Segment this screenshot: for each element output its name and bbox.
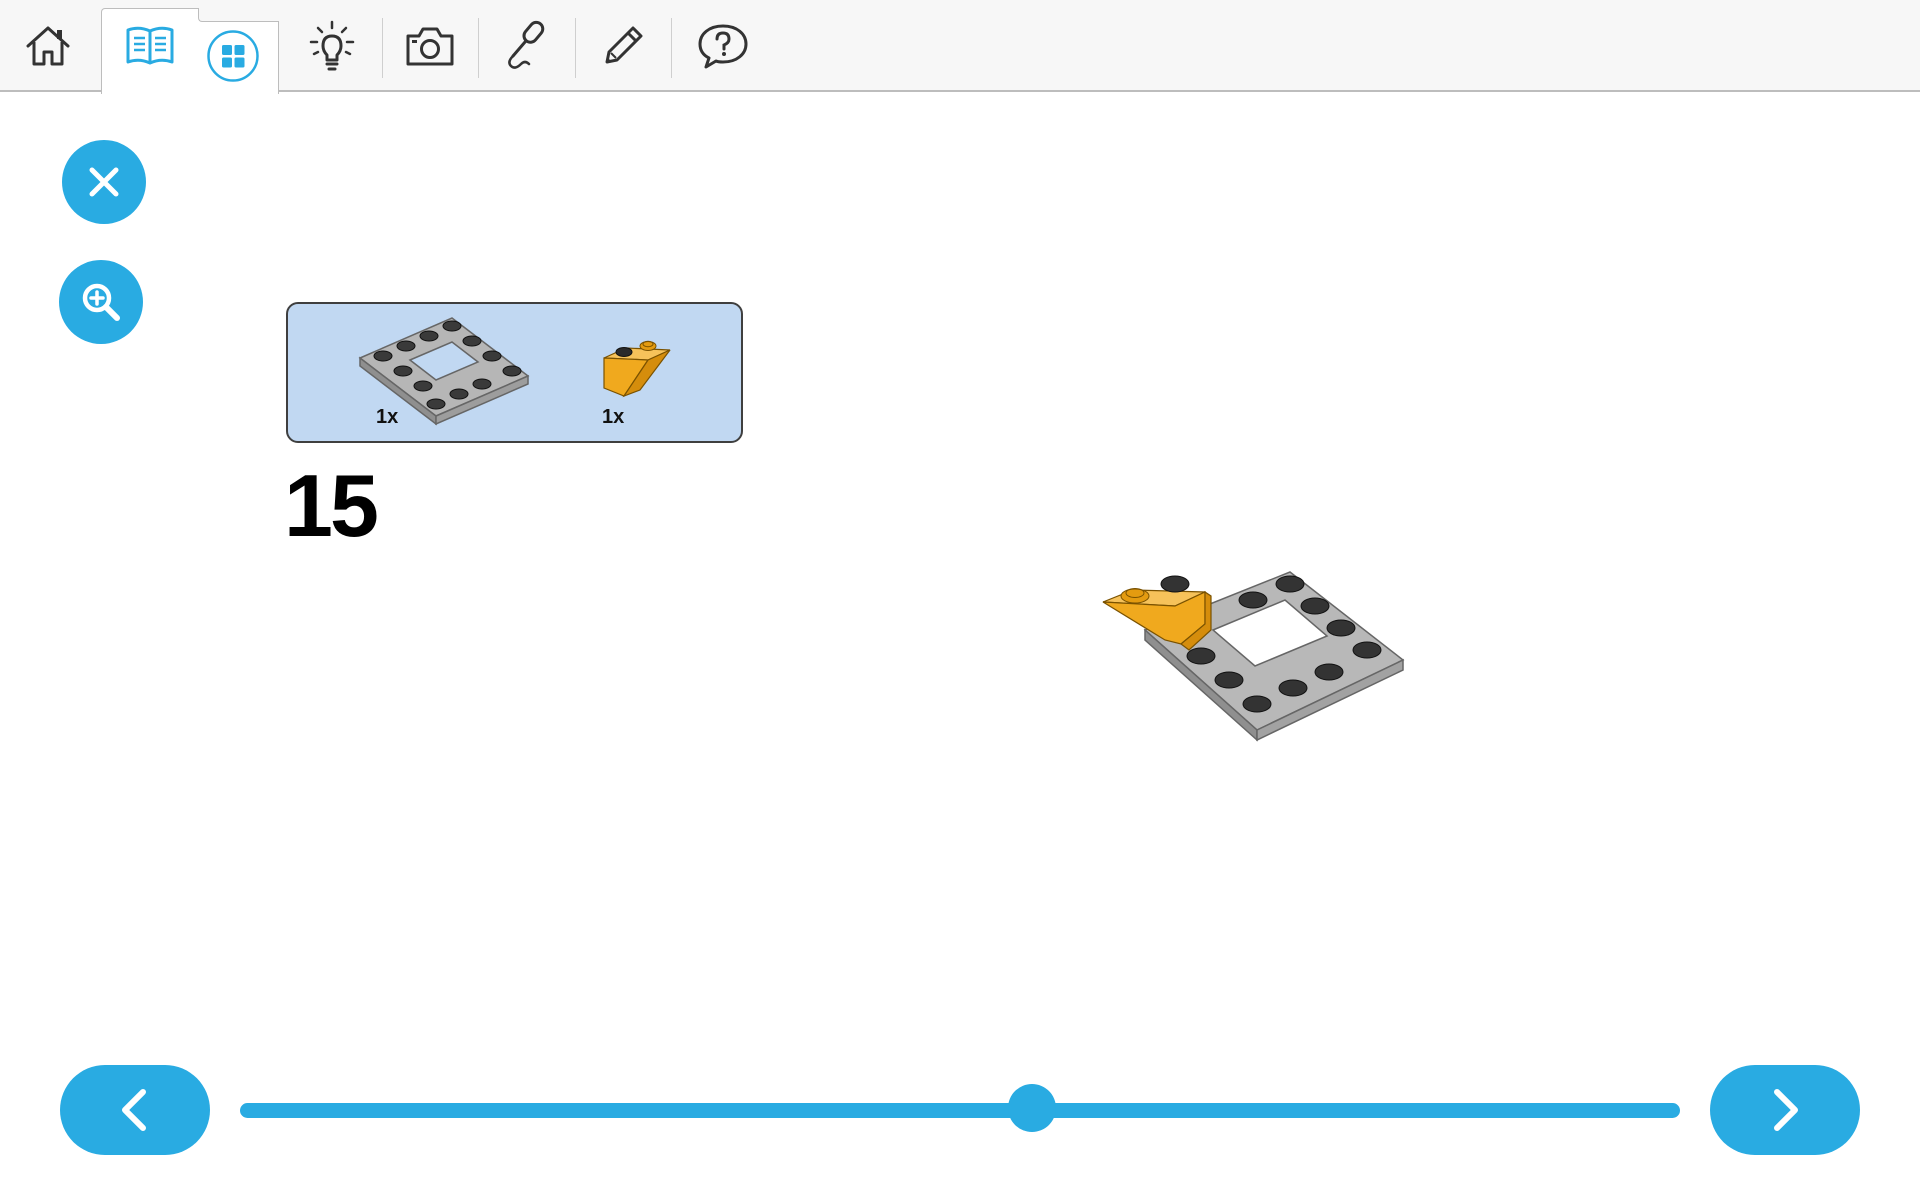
home-button[interactable] xyxy=(12,0,84,92)
grid-view-button[interactable] xyxy=(205,28,261,84)
book-icon xyxy=(126,26,174,65)
step-number: 15 xyxy=(284,456,379,555)
part-count-label: 1x xyxy=(376,406,399,428)
close-button[interactable] xyxy=(62,140,146,224)
slider-thumb[interactable] xyxy=(1008,1084,1056,1132)
ideas-button[interactable] xyxy=(300,0,364,92)
chevron-left-icon xyxy=(122,1089,146,1131)
step-progress-slider[interactable] xyxy=(240,1103,1680,1118)
orange-slope-part-image xyxy=(603,340,671,398)
toolbar-separator xyxy=(382,18,383,78)
lightbulb-icon xyxy=(309,20,355,71)
chevron-right-icon xyxy=(1774,1089,1798,1131)
record-button[interactable] xyxy=(495,0,559,92)
microphone-icon xyxy=(508,20,545,69)
pencil-icon xyxy=(605,26,643,64)
grid-icon xyxy=(207,30,259,82)
camera-icon xyxy=(406,27,454,66)
toolbar-separator xyxy=(575,18,576,78)
toolbar-separator xyxy=(478,18,479,78)
notes-button[interactable] xyxy=(591,0,655,92)
previous-step-button[interactable] xyxy=(60,1065,210,1155)
help-button[interactable] xyxy=(689,0,757,92)
assembly-model-image xyxy=(1102,571,1405,742)
tab-notch xyxy=(198,8,279,22)
close-icon xyxy=(89,167,119,197)
instructions-tab[interactable] xyxy=(118,0,182,92)
zoom-in-icon xyxy=(82,283,120,321)
home-icon xyxy=(26,26,70,66)
toolbar-separator xyxy=(671,18,672,78)
zoom-in-button[interactable] xyxy=(59,260,143,344)
camera-button[interactable] xyxy=(398,0,462,92)
help-bubble-icon xyxy=(698,24,748,69)
top-toolbar xyxy=(0,0,1920,94)
part-count-label: 1x xyxy=(602,406,625,428)
parts-list-callout: 1x 1x xyxy=(286,302,743,443)
next-step-button[interactable] xyxy=(1710,1065,1860,1155)
